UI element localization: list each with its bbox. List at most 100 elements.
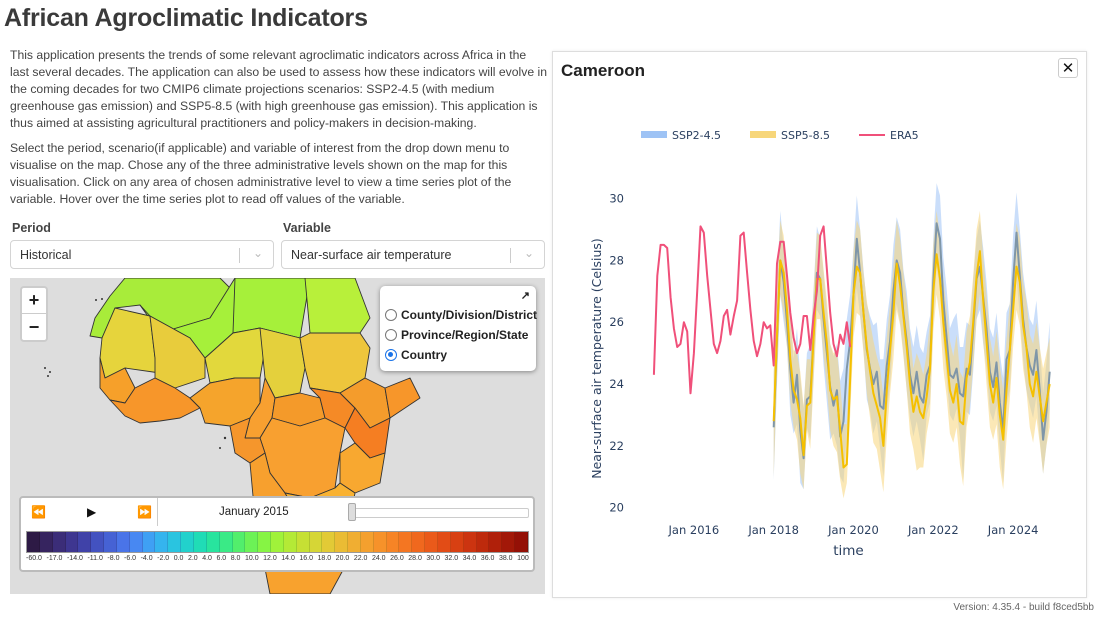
color-swatch (515, 532, 528, 552)
chevron-down-icon[interactable]: ⌄ (524, 246, 534, 260)
y-tick-label: 20 (609, 501, 624, 515)
region-east-horn[interactable] (384, 377, 421, 419)
legend-label: SSP5-8.5 (781, 129, 830, 142)
color-swatch (104, 532, 117, 552)
color-legend-tick: 22.0 (353, 555, 368, 562)
forward-button[interactable]: ⏩ (137, 505, 152, 519)
period-label: Period (12, 221, 51, 235)
admin-level-option-province[interactable]: Province/Region/State (385, 328, 528, 342)
region-libya[interactable] (232, 278, 311, 339)
color-swatch (335, 532, 349, 552)
color-legend-labels: -60.0 -17.0 -14.0 -11.0 -8.0 -6.0 -4.0 -2.0 0.0 2… (26, 555, 529, 562)
app-title: African Agroclimatic Indicators (4, 4, 368, 32)
color-swatch (476, 532, 490, 552)
color-swatch (206, 532, 220, 552)
option-label: County/Division/District (401, 308, 538, 322)
color-legend-tick: 4.0 (202, 555, 212, 562)
color-swatch (52, 532, 66, 552)
color-swatch (309, 532, 323, 552)
play-button[interactable]: ▶ (87, 505, 96, 519)
color-swatch (219, 532, 233, 552)
current-date: January 2015 (219, 506, 289, 518)
color-swatch (27, 532, 40, 552)
radio-button[interactable] (385, 329, 397, 341)
select-separator (510, 248, 511, 263)
color-swatch (65, 532, 79, 552)
intro-text: This application presents the trends of … (10, 47, 547, 216)
variable-label: Variable (283, 221, 331, 235)
color-swatch (412, 532, 426, 552)
y-tick-label: 30 (609, 192, 624, 206)
map[interactable]: + − ↗ County/Division/District Province/… (10, 278, 545, 594)
time-slider-track[interactable] (351, 508, 529, 518)
color-legend-tick: -2.0 (157, 555, 170, 562)
color-swatch (258, 532, 272, 552)
x-axis-title: time (833, 543, 864, 559)
color-swatch (450, 532, 464, 552)
color-legend-bar (26, 531, 529, 553)
x-tick-label: Jan 2022 (907, 523, 959, 537)
rewind-button[interactable]: ⏪ (31, 505, 46, 519)
legend-swatch-ssp2-4.5 (641, 131, 667, 138)
color-swatch (39, 532, 53, 552)
legend-swatch-ssp5-8.5 (750, 131, 776, 138)
chevron-down-icon[interactable]: ⌄ (253, 246, 263, 260)
color-legend-tick: 2.0 (187, 555, 198, 562)
color-legend-tick: -17.0 (46, 555, 63, 562)
color-swatch (116, 532, 130, 552)
color-legend-tick: 24.0 (371, 555, 386, 562)
region-egypt[interactable] (304, 278, 371, 334)
select-separator (239, 248, 240, 263)
zoom-in-button[interactable]: + (22, 288, 46, 314)
option-label: Country (401, 348, 447, 362)
admin-level-option-country[interactable]: Country (385, 348, 447, 362)
period-value: Historical (20, 247, 72, 262)
admin-level-control: ↗ County/Division/District Province/Regi… (380, 286, 537, 371)
legend-label: ERA5 (890, 129, 919, 142)
color-swatch (245, 532, 259, 552)
color-legend-tick: 16.0 (299, 555, 314, 562)
color-swatch (296, 532, 310, 552)
x-tick-label: Jan 2024 (987, 523, 1039, 537)
color-swatch (142, 532, 156, 552)
x-tick-label: Jan 2020 (827, 523, 879, 537)
admin-level-option-county[interactable]: County/Division/District (385, 308, 537, 322)
timeseries-chart[interactable]: 20 22 24 26 28 30 Jan 2016 Jan 2018 Jan 2020 Jan … (553, 52, 1088, 599)
color-legend-tick: 20.0 (335, 555, 350, 562)
color-legend-tick: 12.0 (263, 555, 277, 562)
expand-icon[interactable]: ↗ (521, 289, 530, 302)
color-swatch (232, 532, 246, 552)
color-swatch (489, 532, 503, 552)
variable-value: Near-surface air temperature (291, 247, 452, 262)
color-legend-tick: 10.0 (244, 555, 259, 562)
radio-button-selected[interactable] (385, 349, 397, 361)
color-legend-tick: 8.0 (230, 555, 241, 562)
color-legend-tick: 34.0 (462, 555, 477, 562)
instructions-paragraph: Select the period, scenario(if applicabl… (10, 141, 512, 206)
color-legend-tick: 18.0 (317, 555, 332, 562)
time-slider-thumb[interactable] (348, 503, 356, 521)
color-legend-tick: -4.0 (140, 555, 153, 562)
x-tick-label: Jan 2016 (668, 523, 720, 537)
y-tick-label: 24 (609, 377, 624, 391)
color-swatch (425, 532, 438, 552)
period-select[interactable]: Historical ⌄ (10, 240, 274, 269)
color-swatch (386, 532, 400, 552)
x-tick-label: Jan 2018 (747, 523, 799, 537)
color-swatch (399, 532, 413, 552)
y-tick-label: 28 (609, 253, 624, 267)
variable-select[interactable]: Near-surface air temperature ⌄ (281, 240, 545, 269)
color-swatch (463, 532, 477, 552)
color-swatch (322, 532, 336, 552)
color-swatch (193, 532, 207, 552)
version-text: Version: 4.35.4 - build f8ced5bb (953, 602, 1094, 613)
color-swatch (360, 532, 374, 552)
time-dimension-control: ⏪ ▶ ⏩ January 2015 -60.0 -17.0 -14.0 -11.0-… (19, 496, 535, 572)
color-swatch (155, 532, 169, 552)
color-legend-tick: -8.0 (107, 555, 120, 562)
color-swatch (181, 532, 194, 552)
color-legend-tick: 0.0 (173, 555, 184, 562)
color-swatch (348, 532, 361, 552)
zoom-out-button[interactable]: − (22, 314, 46, 340)
radio-button[interactable] (385, 309, 397, 321)
